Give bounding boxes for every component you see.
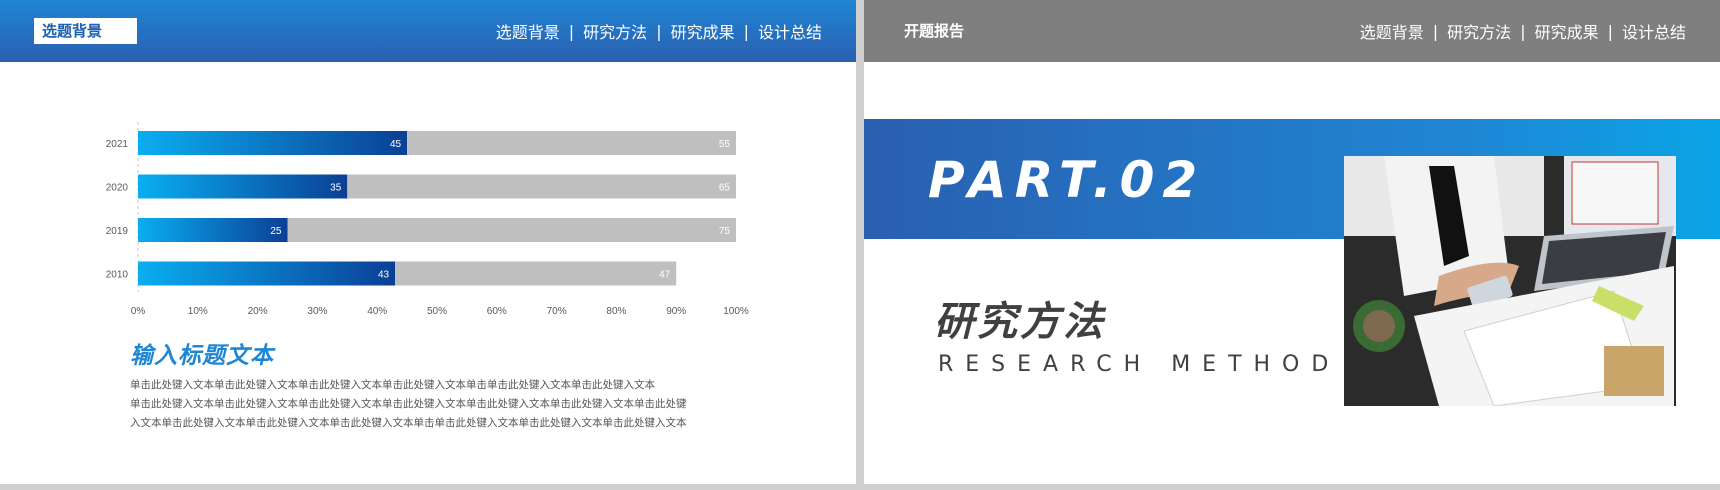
x-tick-label: 40% <box>367 306 387 317</box>
nav-item-research-method[interactable]: 研究方法 <box>1447 19 1511 43</box>
nav-separator: | <box>1607 21 1613 41</box>
category-label: 2010 <box>106 270 129 281</box>
section-title-en: RESEARCH METHOD <box>938 352 1341 377</box>
business-desk-photo-icon <box>1344 156 1676 406</box>
nav-item-research-results[interactable]: 研究成果 <box>1535 19 1599 43</box>
bar-segment-value <box>138 261 396 286</box>
nav-item-design-summary[interactable]: 设计总结 <box>1622 19 1686 43</box>
data-label: 75 <box>719 226 731 237</box>
slide-topic-background: 选题背景 选题背景 | 研究方法 | 研究成果 | 设计总结 2021 45 55 2… <box>0 0 856 484</box>
body-line: 单击此处键入文本单击此处键入文本单击此处键入文本单击此处键入文本单击此处键入文本… <box>130 398 687 410</box>
slide-part-02: 开题报告 选题背景 | 研究方法 | 研究成果 | 设计总结 PART.02 研… <box>864 0 1720 484</box>
bar-segment-value <box>138 174 348 199</box>
data-label: 47 <box>659 270 671 281</box>
x-tick-label: 60% <box>487 306 507 317</box>
bar-segment-value <box>138 131 408 155</box>
slide-header: 开题报告 选题背景 | 研究方法 | 研究成果 | 设计总结 <box>864 0 1720 62</box>
nav-item-topic-background[interactable]: 选题背景 <box>1360 19 1424 43</box>
bar-segment-remainder <box>287 218 736 242</box>
header-nav: 选题背景 | 研究方法 | 研究成果 | 设计总结 <box>1360 19 1686 43</box>
x-tick-label: 50% <box>427 306 447 317</box>
x-tick-label: 70% <box>547 306 567 317</box>
data-label: 43 <box>378 270 390 281</box>
data-label: 65 <box>719 183 731 194</box>
stacked-bar-chart: 2021 45 55 2020 35 65 2019 25 75 2010 43 47 0% 10% 20%… <box>106 122 749 317</box>
bar-segment-remainder <box>407 131 736 155</box>
body-paragraph: 单击此处键入文本单击此处键入文本单击此处键入文本单击此处键入文本单击单击此处键入… <box>130 376 750 433</box>
body-line: 入文本单击此处键入文本单击此处键入文本单击此处键入文本单击单击此处键入文本单击此… <box>130 417 687 429</box>
data-label: 35 <box>330 183 342 194</box>
x-tick-label: 30% <box>307 306 327 317</box>
category-label: 2020 <box>106 183 129 194</box>
bar-segment-remainder <box>347 174 736 199</box>
data-label: 45 <box>390 139 402 150</box>
nav-separator: | <box>1520 21 1526 41</box>
section-title-cn: 研究方法 <box>934 299 1106 345</box>
category-label: 2021 <box>106 139 129 150</box>
x-tick-label: 20% <box>248 306 268 317</box>
nav-separator: | <box>1432 21 1439 41</box>
report-title: 开题报告 <box>904 22 965 40</box>
body-line: 单击此处键入文本单击此处键入文本单击此处键入文本单击此处键入文本单击单击此处键入… <box>130 379 655 391</box>
x-tick-label: 0% <box>131 306 146 317</box>
x-tick-label: 10% <box>188 306 208 317</box>
x-tick-label: 80% <box>606 306 626 317</box>
content-subtitle: 输入标题文本 <box>130 343 274 369</box>
x-tick-label: 90% <box>666 306 686 317</box>
data-label: 25 <box>270 226 282 237</box>
category-label: 2019 <box>106 226 129 237</box>
bar-segment-remainder <box>395 261 677 286</box>
x-tick-label: 100% <box>723 306 749 317</box>
bar-segment-value <box>138 218 288 242</box>
part-label: PART.02 <box>928 151 1206 209</box>
data-label: 55 <box>719 139 731 150</box>
